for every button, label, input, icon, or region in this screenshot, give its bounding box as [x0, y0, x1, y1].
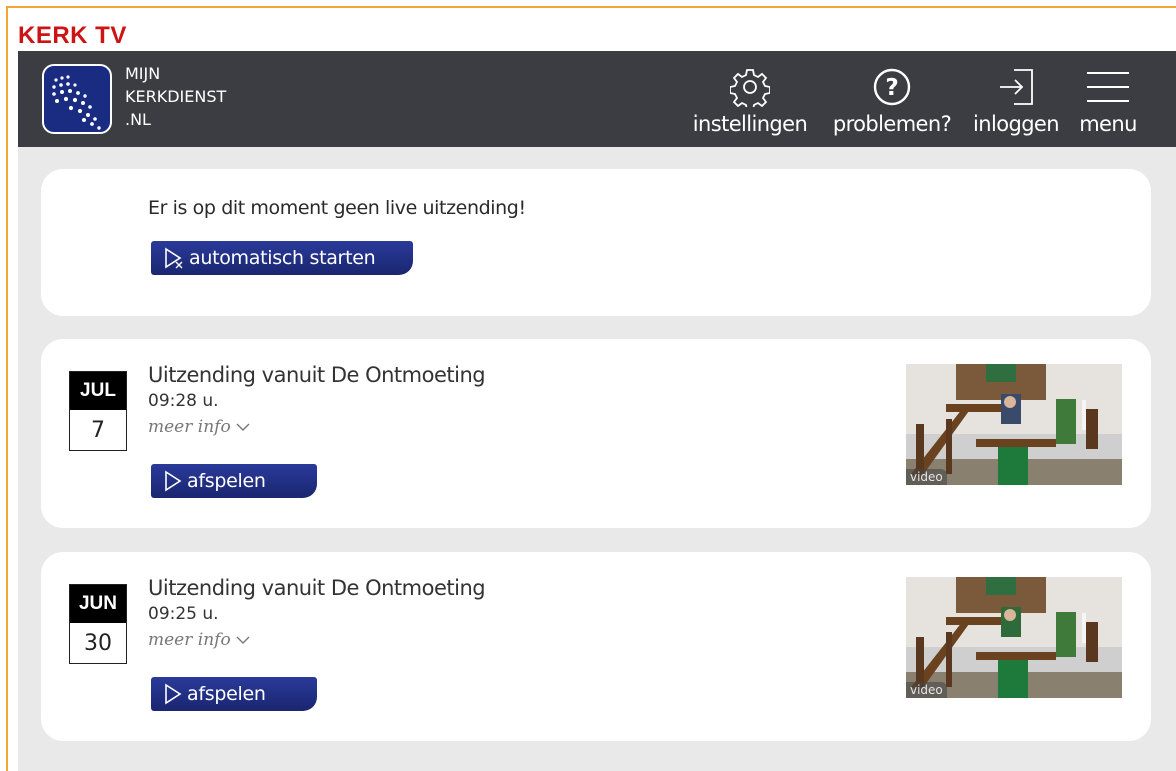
- chevron-down-icon: [236, 636, 250, 644]
- auto-play-icon: [165, 247, 183, 269]
- thumbnail-label: video: [906, 682, 947, 698]
- svg-text:?: ?: [885, 75, 898, 101]
- play-icon: [165, 683, 182, 705]
- auto-start-button[interactable]: automatisch starten: [151, 241, 413, 275]
- date-badge: JUN 30: [69, 584, 127, 664]
- chevron-down-icon: [236, 423, 250, 431]
- date-month: JUL: [70, 372, 126, 410]
- date-day: 7: [91, 417, 105, 443]
- nav-inloggen[interactable]: inloggen: [968, 65, 1064, 139]
- broadcast-time: 09:25 u.: [148, 604, 219, 624]
- live-notice-card: Er is op dit moment geen live uitzending…: [41, 169, 1151, 316]
- main-content: Er is op dit moment geen live uitzending…: [18, 147, 1176, 771]
- date-month: JUN: [70, 585, 126, 623]
- date-day: 30: [84, 630, 112, 656]
- nav-instellingen[interactable]: instellingen: [685, 65, 815, 139]
- date-badge: JUL 7: [69, 371, 127, 451]
- more-info-toggle[interactable]: meer info: [148, 630, 250, 650]
- broadcast-item: JUN 30 Uitzending vanuit De Ontmoeting 0…: [41, 552, 1151, 741]
- video-thumbnail[interactable]: video: [906, 364, 1122, 485]
- question-icon: ?: [873, 68, 911, 106]
- broadcast-title: Uitzending vanuit De Ontmoeting: [148, 576, 486, 600]
- play-button[interactable]: afspelen: [151, 677, 317, 711]
- nav-menu[interactable]: menu: [1072, 65, 1144, 139]
- video-thumbnail[interactable]: video: [906, 577, 1122, 698]
- more-info-toggle[interactable]: meer info: [148, 417, 250, 437]
- logo-icon[interactable]: [42, 64, 112, 134]
- hamburger-icon: [1087, 72, 1129, 102]
- login-icon: [1000, 69, 1033, 105]
- thumbnail-label: video: [906, 469, 947, 485]
- broadcast-item: JUL 7 Uitzending vanuit De Ontmoeting 09…: [41, 339, 1151, 528]
- live-notice-text: Er is op dit moment geen live uitzending…: [148, 197, 526, 219]
- play-button[interactable]: afspelen: [151, 464, 317, 498]
- play-icon: [165, 470, 182, 492]
- logo-text[interactable]: MIJN KERKDIENST .NL: [125, 62, 226, 131]
- broadcast-time: 09:28 u.: [148, 391, 219, 411]
- site-title: KERK TV: [18, 22, 127, 49]
- broadcast-title: Uitzending vanuit De Ontmoeting: [148, 363, 486, 387]
- nav-problemen[interactable]: ? problemen?: [824, 65, 960, 139]
- top-header: MIJN KERKDIENST .NL instellingen ? probl…: [18, 51, 1176, 147]
- gear-icon: [730, 69, 770, 107]
